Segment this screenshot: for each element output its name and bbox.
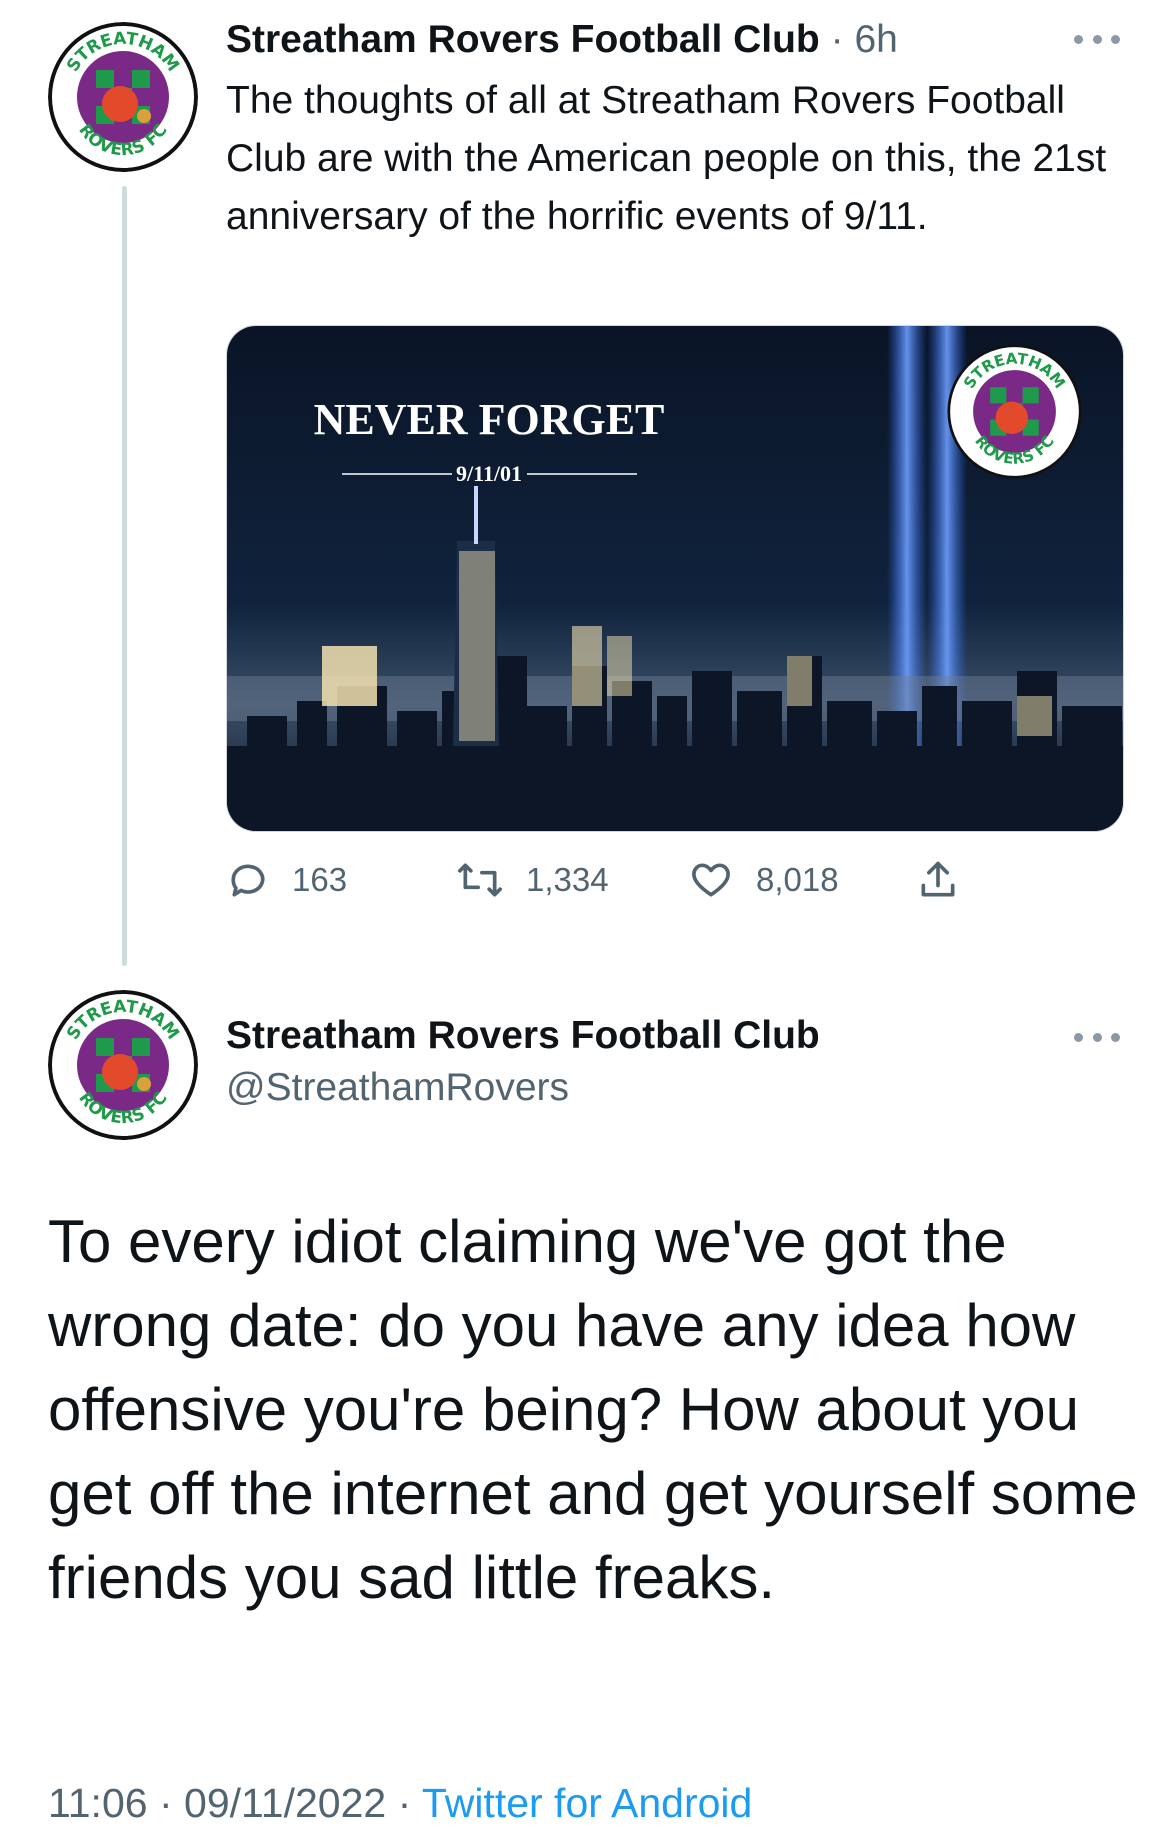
author-name[interactable]: Streatham Rovers Football Club [226, 18, 820, 61]
tweet-text: To every idiot claiming we've got the wr… [48, 1208, 1138, 1611]
media-date-label: 9/11/01 [456, 461, 522, 486]
more-icon[interactable] [1074, 1030, 1120, 1044]
tweet-media-image[interactable]: NEVER FORGET 9/11/01 STREATHAM ROVERS FC [226, 325, 1124, 832]
media-headline: NEVER FORGET [314, 395, 665, 444]
like-count: 8,018 [756, 861, 839, 898]
reply-count: 163 [292, 861, 348, 898]
thread-connector-line [122, 186, 127, 966]
avatar[interactable]: STREATHAM ROVERS FC [48, 22, 198, 172]
more-icon[interactable] [1074, 32, 1120, 46]
tweet-actions-bar: 163 1,334 8,018 [226, 855, 986, 905]
timestamp[interactable]: 6h [854, 18, 897, 61]
reply-icon [231, 864, 265, 897]
club-crest-logo: STREATHAM ROVERS FC [48, 22, 198, 172]
share-button[interactable] [916, 855, 960, 905]
tweet-date[interactable]: 09/11/2022 [184, 1780, 386, 1826]
separator: · [830, 18, 844, 61]
separator: · [397, 1780, 412, 1826]
tweet-footer: 11:06 · 09/11/2022 · Twitter for Android [48, 1780, 752, 1827]
retweet-count: 1,334 [526, 861, 609, 898]
like-button[interactable]: 8,018 [688, 855, 839, 905]
share-icon [921, 861, 955, 897]
separator: · [158, 1780, 173, 1826]
author-name[interactable]: Streatham Rovers Football Club [226, 1010, 820, 1062]
source-link[interactable]: Twitter for Android [422, 1780, 752, 1826]
club-crest-logo: STREATHAM ROVERS FC [48, 990, 198, 1140]
reply-button[interactable]: 163 [226, 855, 347, 905]
tweet-header: Streatham Rovers Football Club · 6h [226, 14, 898, 66]
avatar[interactable]: STREATHAM ROVERS FC [48, 990, 198, 1140]
author-handle[interactable]: @StreathamRovers [226, 1062, 569, 1114]
tweet-text: The thoughts of all at Streatham Rovers … [226, 79, 1107, 238]
like-icon [692, 863, 730, 897]
tweet-time[interactable]: 11:06 [48, 1780, 148, 1826]
retweet-icon [458, 863, 502, 897]
skyline-illustration: NEVER FORGET 9/11/01 STREATHAM ROVERS FC [227, 326, 1123, 831]
retweet-button[interactable]: 1,334 [456, 855, 609, 905]
media-club-crest: STREATHAM ROVERS FC [947, 344, 1082, 479]
